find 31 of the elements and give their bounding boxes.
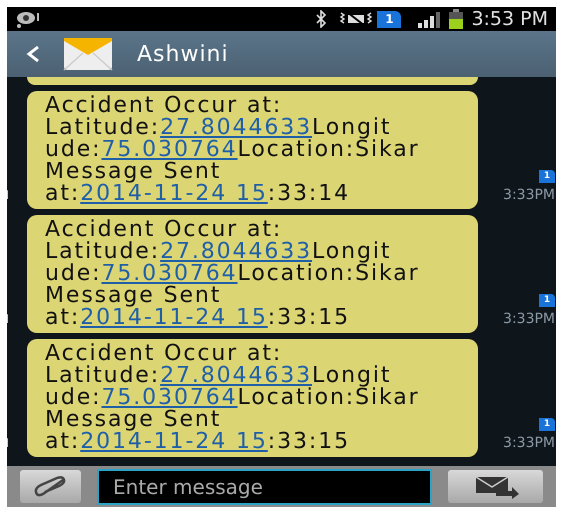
- message-time: 3:33PM: [503, 311, 555, 327]
- message-link[interactable]: 27.8044633: [160, 363, 312, 388]
- message-link[interactable]: 2014-11-24 15: [80, 181, 268, 206]
- message-link[interactable]: 27.8044633: [160, 115, 312, 140]
- message-link[interactable]: 27.8044633: [160, 239, 312, 264]
- vibrate-icon: [339, 11, 374, 27]
- message-text: Accident Occur at: Latitude:27.8044633 Longit ude:75.030764 Location:Sikar Message Sent at:2014-11-24 15:33:14: [45, 95, 421, 205]
- sim-icon: 1: [539, 418, 555, 431]
- sim-icon: 1: [539, 170, 555, 183]
- send-button[interactable]: [448, 470, 543, 503]
- message-text: Accident Occur at: Latitude:27.8044633 Longit ude:75.030764 Location:Sikar Message Sent at:2014-11-24 15:33:15: [45, 343, 421, 453]
- notification-icon: [15, 10, 41, 28]
- message-time: 3:33PM: [503, 435, 555, 451]
- message-link[interactable]: 75.030764: [101, 385, 238, 410]
- paperclip-icon: [32, 476, 68, 498]
- bluetooth-icon: [315, 10, 328, 28]
- sim-icon: 1: [539, 294, 555, 307]
- battery-icon: [449, 9, 464, 29]
- message-link[interactable]: 75.030764: [101, 137, 238, 162]
- status-time: 3:53 PM: [471, 10, 548, 28]
- back-icon: [26, 45, 40, 63]
- attach-button[interactable]: [20, 470, 81, 503]
- contact-name: Ashwini: [137, 40, 229, 68]
- message-link[interactable]: 2014-11-24 15: [80, 429, 268, 454]
- message-text: Accident Occur at: Latitude:27.8044633 Longit ude:75.030764 Location:Sikar Message Sent at:2014-11-24 15:33:15: [45, 219, 421, 329]
- message-time: 3:33PM: [503, 187, 555, 203]
- message-link[interactable]: 2014-11-24 15: [80, 305, 268, 330]
- message-field[interactable]: Enter message: [97, 468, 432, 504]
- envelope-icon: [63, 37, 113, 71]
- sim-icon: 1: [377, 10, 402, 28]
- message-link[interactable]: 75.030764: [101, 261, 238, 286]
